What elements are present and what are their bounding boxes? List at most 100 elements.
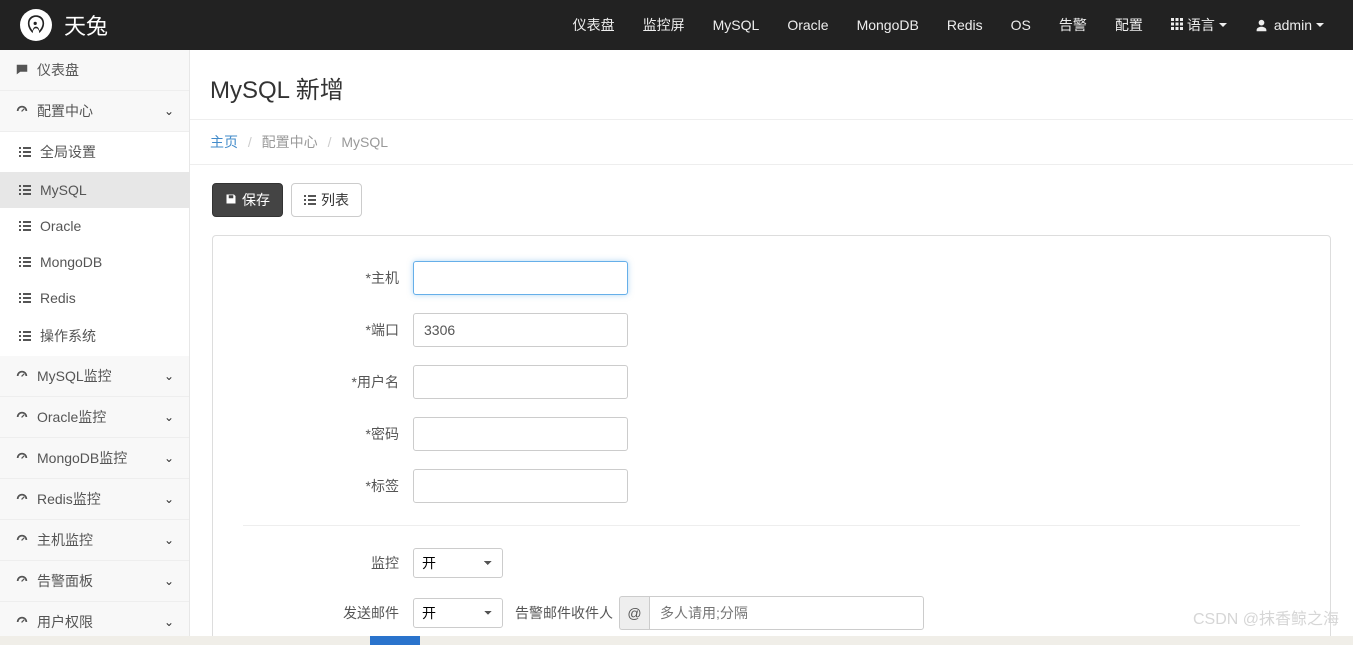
tag-input[interactable] [413,469,628,503]
brand[interactable]: 天兔 [15,9,108,41]
sidebar-label: 操作系统 [40,326,96,346]
sidebar-item-os[interactable]: 操作系统 [0,316,189,356]
top-navbar: 天兔 仪表盘 监控屏 MySQL Oracle MongoDB Redis OS… [0,0,1353,50]
nav-config[interactable]: 配置 [1101,0,1157,50]
sidebar-item-oracle[interactable]: Oracle [0,208,189,244]
dashboard-icon [15,574,29,588]
list-icon [18,183,32,197]
form-panel: *主机 *端口 *用户名 *密码 *标签 [212,235,1331,645]
pass-label: *密码 [243,424,413,444]
taskbar-blue-segment [370,636,420,645]
chevron-down-icon: ⌄ [164,615,174,629]
sidebar-label: Oracle监控 [37,407,106,427]
sidebar-label: Redis [40,290,76,306]
tag-label: *标签 [243,476,413,496]
dashboard-icon [15,451,29,465]
mail-select[interactable]: 开 [413,598,503,628]
list-icon [18,219,32,233]
chevron-down-icon: ⌄ [164,410,174,424]
port-label: *端口 [243,320,413,340]
save-button-label: 保存 [242,190,270,210]
caret-down-icon [1219,23,1227,27]
password-input[interactable] [413,417,628,451]
port-input[interactable] [413,313,628,347]
list-button[interactable]: 列表 [291,183,362,217]
sidebar-item-dashboard[interactable]: 仪表盘 [0,50,189,91]
dashboard-icon [15,104,29,118]
host-label: *主机 [243,268,413,288]
nav-monitor-screen[interactable]: 监控屏 [629,0,699,50]
brand-logo-icon [20,9,52,41]
page-title: MySQL 新增 [210,70,1333,105]
sidebar-label: 告警面板 [37,571,93,591]
top-nav-menu: 仪表盘 监控屏 MySQL Oracle MongoDB Redis OS 告警… [559,0,1338,50]
nav-alert[interactable]: 告警 [1045,0,1101,50]
nav-oracle[interactable]: Oracle [773,2,842,48]
dashboard-icon [15,533,29,547]
sidebar-item-host-monitor[interactable]: 主机监控 ⌄ [0,520,189,561]
sidebar-item-mysql-monitor[interactable]: MySQL监控 ⌄ [0,356,189,397]
taskbar-hint [0,636,1353,645]
mail-recipient-group: @ [619,596,924,630]
sidebar-item-config-center[interactable]: 配置中心 ⌄ [0,91,189,132]
toolbar: 保存 列表 [212,183,1331,217]
nav-mysql[interactable]: MySQL [699,2,774,48]
sidebar-label: Redis监控 [37,489,101,509]
username-input[interactable] [413,365,628,399]
dashboard-icon [15,410,29,424]
sidebar-item-global-settings[interactable]: 全局设置 [0,132,189,172]
sidebar-item-mongodb-monitor[interactable]: MongoDB监控 ⌄ [0,438,189,479]
sidebar-item-redis-monitor[interactable]: Redis监控 ⌄ [0,479,189,520]
dashboard-icon [15,615,29,629]
mail-label: 发送邮件 [243,603,413,623]
sidebar-label: MySQL监控 [37,366,112,386]
list-icon [18,145,32,159]
chevron-down-icon: ⌄ [164,369,174,383]
sidebar: 仪表盘 配置中心 ⌄ 全局设置 MySQL Oracle MongoDB [0,50,190,645]
nav-redis[interactable]: Redis [933,2,997,48]
list-icon [304,192,316,208]
list-icon [18,329,32,343]
chevron-down-icon: ⌄ [164,451,174,465]
sidebar-label: MongoDB监控 [37,448,127,468]
chevron-down-icon: ⌄ [164,533,174,547]
sidebar-label: 配置中心 [37,101,93,121]
sidebar-label: 主机监控 [37,530,93,550]
sidebar-item-oracle-monitor[interactable]: Oracle监控 ⌄ [0,397,189,438]
sidebar-label: MongoDB [40,254,102,270]
dashboard-icon [15,369,29,383]
breadcrumb-home[interactable]: 主页 [210,134,238,150]
dashboard-icon [15,492,29,506]
monitor-label: 监控 [243,553,413,573]
breadcrumb-sep: / [248,134,252,150]
sidebar-label: MySQL [40,182,87,198]
sidebar-item-mongodb[interactable]: MongoDB [0,244,189,280]
monitor-select[interactable]: 开 [413,548,503,578]
nav-user[interactable]: admin [1241,2,1338,48]
sidebar-label: 用户权限 [37,612,93,632]
sidebar-config-submenu: 全局设置 MySQL Oracle MongoDB Redis 操作系统 [0,132,189,356]
list-icon [18,255,32,269]
sidebar-item-mysql[interactable]: MySQL [0,172,189,208]
list-icon [18,291,32,305]
nav-language[interactable]: 语言 [1157,0,1241,50]
nav-dashboard[interactable]: 仪表盘 [559,0,629,50]
grid-icon [1171,17,1183,33]
caret-down-icon [1316,23,1324,27]
save-icon [225,192,237,208]
sidebar-item-alert-panel[interactable]: 告警面板 ⌄ [0,561,189,602]
sidebar-label: 仪表盘 [37,60,79,80]
brand-name: 天兔 [64,9,108,41]
breadcrumb: 主页 / 配置中心 / MySQL [190,120,1353,165]
nav-os[interactable]: OS [997,2,1045,48]
nav-language-label: 语言 [1187,15,1215,35]
main-content: MySQL 新增 主页 / 配置中心 / MySQL 保存 列表 [190,50,1353,645]
mail-recipient-input[interactable] [649,596,924,630]
sidebar-item-redis[interactable]: Redis [0,280,189,316]
chevron-down-icon: ⌄ [164,104,174,118]
page-header: MySQL 新增 [190,50,1353,120]
chevron-down-icon: ⌄ [164,492,174,506]
host-input[interactable] [413,261,628,295]
save-button[interactable]: 保存 [212,183,283,217]
nav-mongodb[interactable]: MongoDB [843,2,933,48]
